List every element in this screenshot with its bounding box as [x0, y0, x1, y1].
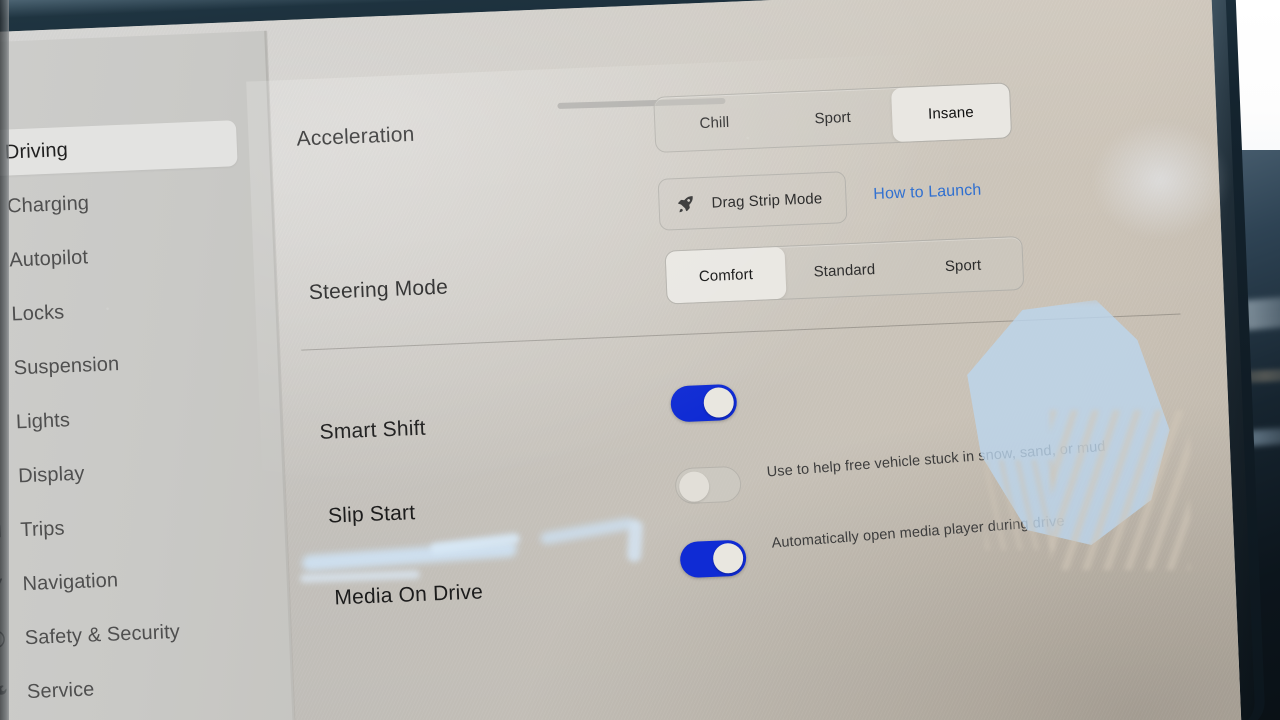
- screen-reflection-streak: [626, 519, 644, 563]
- left-edge-shadow: [0, 0, 9, 720]
- tree-reflection-glare: [985, 460, 1055, 550]
- screenshot-root: Driving Charging Autopilot: [0, 0, 1280, 720]
- screen-reflection-glare: [1090, 120, 1230, 240]
- tree-reflection-glare: [1050, 410, 1190, 570]
